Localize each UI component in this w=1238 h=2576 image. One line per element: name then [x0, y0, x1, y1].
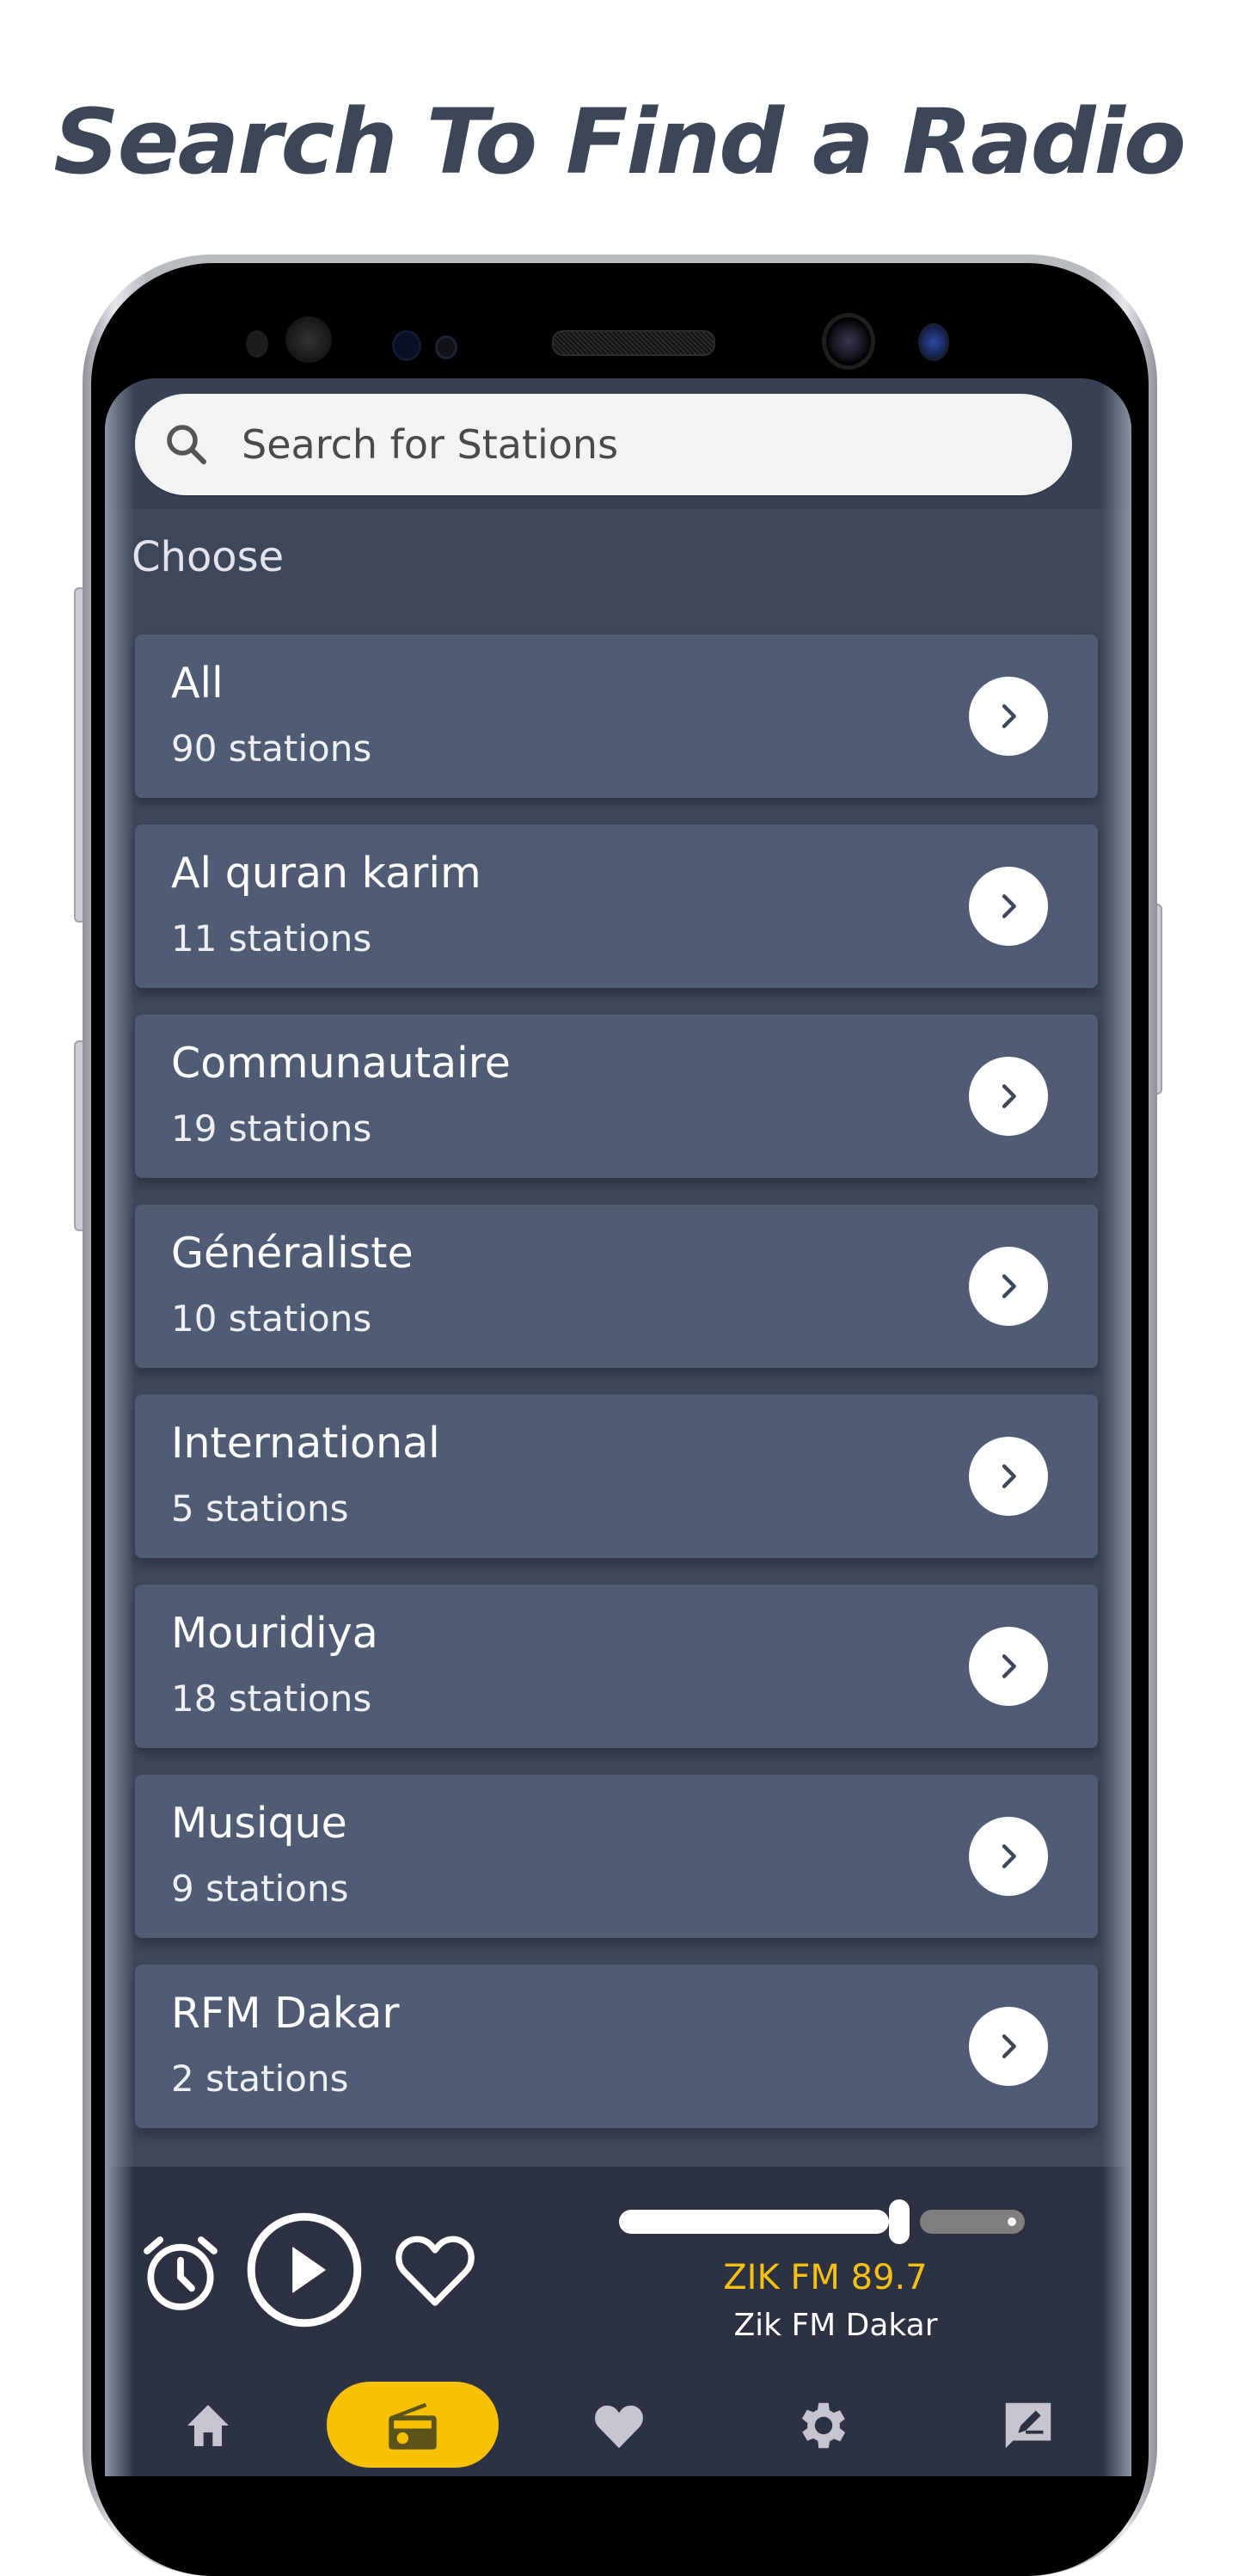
search-bar-container	[105, 378, 1131, 509]
category-card-musique[interactable]: Musique 9 stations	[135, 1775, 1098, 1938]
search-icon	[167, 425, 206, 464]
headline: Search To Find a Radio	[53, 89, 1186, 194]
category-count: 19 stations	[171, 1107, 372, 1150]
chevron-right-icon	[1002, 1654, 1016, 1678]
heart-icon	[595, 2405, 643, 2449]
category-name: Communautaire	[171, 1039, 511, 1088]
radio-icon	[389, 2402, 437, 2450]
volume-slider-thumb[interactable]	[889, 2199, 910, 2244]
screen-curved-edge-right	[1102, 378, 1131, 2476]
chevron-right-icon	[1002, 1274, 1016, 1298]
volume-slider-end-dot	[1008, 2217, 1016, 2226]
search-input[interactable]	[240, 420, 1017, 469]
heart-outline-icon	[395, 2236, 475, 2306]
category-card-rfm-dakar[interactable]: RFM Dakar 2 stations	[135, 1965, 1098, 2128]
search-field[interactable]	[135, 394, 1072, 495]
category-count: 10 stations	[171, 1297, 372, 1340]
chevron-right-button[interactable]	[969, 1247, 1048, 1326]
category-list: All 90 stations Al quran karim 11 statio…	[135, 635, 1098, 2155]
category-card-international[interactable]: International 5 stations	[135, 1395, 1098, 1558]
category-card-mouridiya[interactable]: Mouridiya 18 stations	[135, 1585, 1098, 1748]
app-screen: Choose All 90 stations Al quran karim 11…	[105, 378, 1131, 2476]
category-name: Musique	[171, 1799, 347, 1848]
category-count: 18 stations	[171, 1677, 372, 1720]
now-playing-station: ZIK FM 89.7	[723, 2258, 928, 2297]
category-card-al-quran-karim[interactable]: Al quran karim 11 stations	[135, 825, 1098, 988]
nav-feedback[interactable]	[985, 2387, 1071, 2464]
nav-home[interactable]	[165, 2387, 251, 2464]
chevron-right-icon	[1002, 704, 1016, 728]
category-name: Al quran karim	[171, 849, 481, 898]
now-playing-subtitle: Zik FM Dakar	[733, 2308, 938, 2343]
section-label: Choose	[132, 533, 285, 581]
category-count: 5 stations	[171, 1487, 349, 1530]
category-name: Mouridiya	[171, 1609, 378, 1658]
chevron-right-button[interactable]	[969, 1057, 1048, 1136]
category-name: International	[171, 1419, 440, 1468]
chevron-right-button[interactable]	[969, 2007, 1048, 2086]
category-count: 2 stations	[171, 2058, 349, 2100]
nav-settings[interactable]	[781, 2387, 867, 2464]
feedback-icon	[1005, 2402, 1051, 2449]
iris-sensor	[285, 316, 332, 363]
earpiece-speaker	[552, 330, 715, 356]
category-card-generaliste[interactable]: Généraliste 10 stations	[135, 1205, 1098, 1368]
category-name: All	[171, 659, 224, 708]
light-sensor	[435, 335, 457, 359]
screen-curved-edge-left	[105, 378, 134, 2476]
chevron-right-icon	[1002, 1464, 1016, 1488]
chevron-right-button[interactable]	[969, 677, 1048, 756]
chevron-right-icon	[1002, 1084, 1016, 1108]
settings-gear-icon	[801, 2402, 846, 2449]
chevron-right-icon	[1002, 2034, 1016, 2058]
category-card-all[interactable]: All 90 stations	[135, 635, 1098, 798]
front-sensor	[392, 330, 421, 361]
flash-sensor	[918, 323, 949, 361]
volume-slider[interactable]	[619, 2199, 1025, 2244]
nav-radio[interactable]	[370, 2387, 456, 2464]
proximity-sensor	[246, 330, 268, 358]
play-button[interactable]	[242, 2208, 366, 2332]
mini-player: ZIK FM 89.7 Zik FM Dakar	[105, 2167, 1131, 2476]
chevron-right-button[interactable]	[969, 1627, 1048, 1706]
chevron-right-icon	[1002, 1844, 1016, 1868]
home-icon	[187, 2405, 229, 2446]
volume-slider-fill	[619, 2210, 889, 2234]
chevron-right-icon	[1002, 894, 1016, 918]
category-name: Généraliste	[171, 1229, 414, 1278]
alarm-icon[interactable]	[136, 2229, 225, 2318]
play-icon	[292, 2247, 327, 2293]
category-name: RFM Dakar	[171, 1989, 400, 2038]
chevron-right-button[interactable]	[969, 867, 1048, 946]
category-count: 11 stations	[171, 917, 372, 960]
favorite-button[interactable]	[389, 2223, 481, 2316]
front-camera	[822, 313, 875, 370]
category-count: 9 stations	[171, 1868, 349, 1910]
chevron-right-button[interactable]	[969, 1437, 1048, 1516]
chevron-right-button[interactable]	[969, 1817, 1048, 1896]
nav-favorites[interactable]	[576, 2387, 662, 2464]
category-card-communautaire[interactable]: Communautaire 19 stations	[135, 1015, 1098, 1178]
category-count: 90 stations	[171, 727, 372, 770]
